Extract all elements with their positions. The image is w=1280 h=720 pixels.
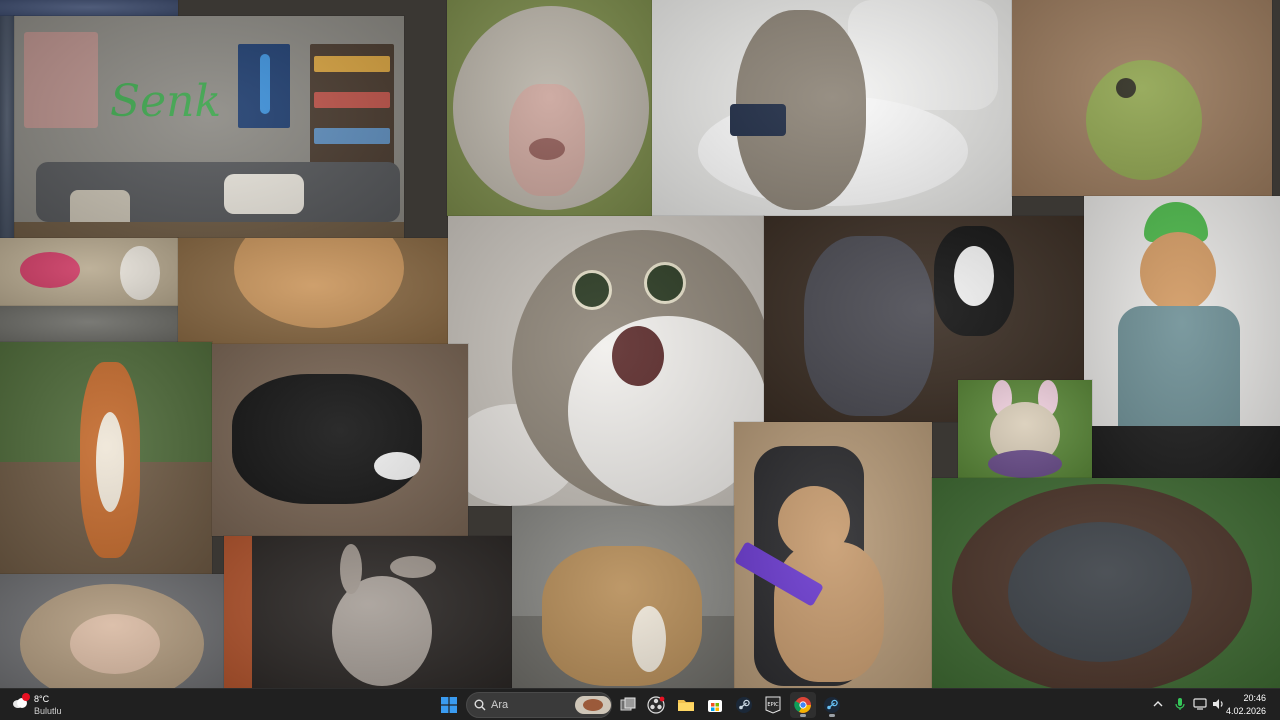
svg-text:EPIC: EPIC [767,702,779,708]
shocked-cat-photo [448,216,764,506]
steam-icon [824,697,840,713]
laughing-donkey-photo [224,536,512,688]
store-icon [708,700,722,712]
dog-with-gamepad-photo [212,344,468,536]
obs-icon [647,696,665,714]
obs-app-button[interactable] [643,692,669,718]
search-placeholder: Ara [491,699,509,711]
chicken-feet-photo [0,238,178,306]
system-clock[interactable]: 20:46 4.02.2026 [1226,692,1266,718]
display-icon[interactable] [1193,697,1207,711]
gray-strip [0,306,178,342]
shy-corgi-photo [178,238,448,344]
taskbar: 8°C Bulutlu Ara EPIC 20:46 4.02.2026 [0,688,1280,720]
weather-widget[interactable]: 8°C Bulutlu [8,691,78,719]
bunny-ears-bulldog-photo [958,380,1092,478]
folder-icon [678,700,694,711]
orangutan-photo [932,478,1280,688]
top-left-strip [0,0,178,16]
steam-button[interactable] [731,692,757,718]
windows-logo-icon [441,697,457,713]
start-button[interactable] [436,692,462,718]
clock-time: 20:46 [1243,693,1266,703]
gamer-cat-photo [734,422,932,688]
frog-in-sand-photo [1012,0,1272,196]
left-edge-strip [0,16,14,238]
monkey-face-photo [0,574,224,688]
microphone-icon[interactable] [1173,697,1187,711]
active-indicator [829,714,835,717]
microsoft-store-button[interactable] [702,692,728,718]
chevron-up-icon[interactable] [1151,697,1165,711]
cat-with-green-hat-photo [1084,196,1280,478]
weather-temperature: 8°C [34,694,50,704]
epic-games-button[interactable]: EPIC [760,692,786,718]
taskbar-search-box[interactable]: Ara [466,692,612,718]
epic-games-icon: EPIC [765,696,781,714]
search-highlight-image [575,696,611,714]
weather-condition: Bulutlu [34,706,62,716]
wall-graffiti: Senko [110,76,220,127]
active-indicator [800,714,806,717]
street-dog-photo [512,506,734,688]
room-with-sofa-photo: Senko [14,16,404,238]
task-view-icon [620,697,636,711]
svg-text:Senko: Senko [110,76,220,127]
notification-badge [22,693,30,701]
chrome-icon [794,697,811,713]
cat-on-toilet-with-phone-photo [652,0,1012,216]
speaker-icon[interactable] [1211,697,1225,711]
clock-date: 4.02.2026 [1225,706,1266,716]
desktop-wallpaper: Senko [0,0,1280,688]
fluffy-sheep-photo [447,0,652,216]
steam-icon [736,697,752,713]
cheering-squirrel-photo [0,342,212,574]
chrome-button[interactable] [790,692,816,718]
search-icon [474,699,486,711]
task-view-button[interactable] [615,692,641,718]
file-explorer-button[interactable] [673,692,699,718]
steam-secondary-button[interactable] [819,692,845,718]
